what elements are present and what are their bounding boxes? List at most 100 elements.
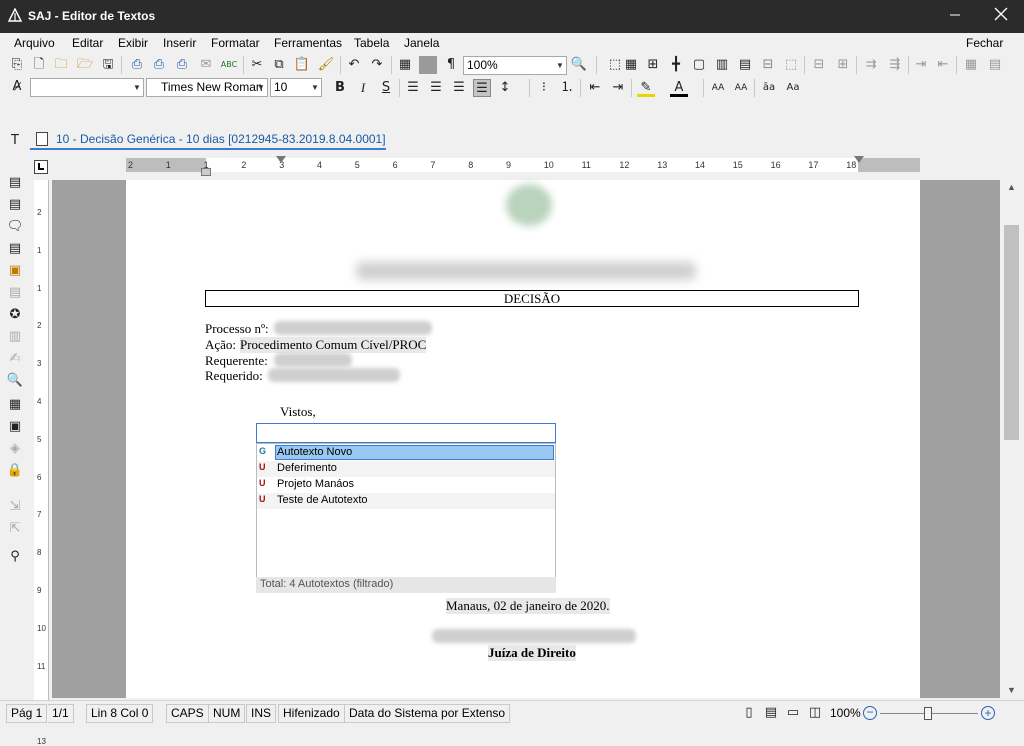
search-doc-icon[interactable]: 🔍 xyxy=(6,372,24,390)
minimize-button[interactable] xyxy=(932,0,978,33)
page-view-icon[interactable]: ▯ xyxy=(740,704,758,722)
email-icon[interactable]: ✉ xyxy=(197,56,215,74)
align-left-icon[interactable]: ☰ xyxy=(404,79,422,97)
status-hyphenation[interactable]: Hifenizado xyxy=(278,704,345,723)
form-icon[interactable]: ▣ xyxy=(6,262,24,280)
calendar-icon[interactable]: ▦ xyxy=(6,396,24,414)
two-pages-icon[interactable]: ◫ xyxy=(806,704,824,722)
menu-janela[interactable]: Janela xyxy=(404,36,439,50)
delete-row-icon[interactable]: ⇥ xyxy=(912,56,930,74)
spellcheck-icon[interactable]: ABC xyxy=(220,56,238,74)
menu-inserir[interactable]: Inserir xyxy=(163,36,196,50)
notes-icon[interactable]: ▤ xyxy=(6,240,24,258)
style-icon[interactable]: A̷ xyxy=(8,78,26,96)
scrollbar-thumb[interactable] xyxy=(1004,225,1019,440)
underline-icon[interactable]: S xyxy=(377,79,395,97)
menu-ferramentas[interactable]: Ferramentas xyxy=(274,36,342,50)
autotext-item[interactable]: U Deferimento xyxy=(257,461,555,477)
insert-row-icon[interactable]: ⇉ xyxy=(862,56,880,74)
cut-icon[interactable]: ✂ xyxy=(248,56,266,74)
fechar-menu[interactable]: Fechar xyxy=(966,36,1003,50)
table-all-borders-icon[interactable]: ⊞ xyxy=(644,56,662,74)
web-layout-icon[interactable]: ▭ xyxy=(784,704,802,722)
menu-exibir[interactable]: Exibir xyxy=(118,36,148,50)
table-autofit-icon[interactable]: ▤ xyxy=(986,56,1004,74)
undo-icon[interactable]: ↶ xyxy=(345,56,363,74)
find-icon[interactable]: 🔍 xyxy=(570,56,588,74)
import-icon[interactable]: ⇲ xyxy=(6,498,24,516)
autotext-item[interactable]: G Autotexto Novo xyxy=(257,445,555,461)
print-preview-icon[interactable]: ⎙ xyxy=(150,56,168,74)
menu-formatar[interactable]: Formatar xyxy=(211,36,260,50)
table-properties-icon[interactable]: ▦ xyxy=(962,56,980,74)
redo-icon[interactable]: ↷ xyxy=(368,56,386,74)
split-cells-icon[interactable]: ⊞ xyxy=(834,56,852,74)
close-window-button[interactable] xyxy=(978,0,1024,33)
case-options-icon[interactable]: Aa xyxy=(784,79,802,97)
italic-icon[interactable]: I xyxy=(354,79,372,97)
zoom-out-icon[interactable]: − xyxy=(863,706,877,720)
zoom-in-icon[interactable]: + xyxy=(981,706,995,720)
signature-icon[interactable]: ✍ xyxy=(6,350,24,368)
first-line-indent-marker[interactable] xyxy=(276,156,286,163)
paragraph-marks-icon[interactable]: ¶ xyxy=(442,56,460,74)
highlight-icon[interactable]: ✎ xyxy=(637,79,655,97)
left-indent-marker[interactable] xyxy=(201,168,211,176)
font-combo[interactable]: Times New Roman ▼ xyxy=(146,78,268,97)
scroll-down-icon[interactable]: ▼ xyxy=(1007,685,1016,695)
print-setup-icon[interactable]: ⎙ xyxy=(173,56,191,74)
menu-arquivo[interactable]: Arquivo xyxy=(14,36,55,50)
format-painter-icon[interactable]: 🖌 xyxy=(317,56,335,74)
style-combo[interactable]: ▼ xyxy=(30,78,144,97)
tag-icon[interactable]: ◈ xyxy=(6,440,24,458)
table-bottom-border-icon[interactable]: ⊟ xyxy=(759,56,777,74)
delete-column-icon[interactable]: ⇤ xyxy=(934,56,952,74)
vertical-scrollbar[interactable]: ▲ ▼ xyxy=(1001,180,1024,698)
text-tool-icon[interactable]: T xyxy=(6,132,24,150)
new-from-template-icon[interactable]: ⎘ xyxy=(8,56,26,74)
save-icon[interactable]: 🖫 xyxy=(99,56,117,74)
comment-icon[interactable]: 🗨 xyxy=(6,218,24,236)
paste-icon[interactable]: 📋 xyxy=(293,56,311,74)
field-icon[interactable]: ▤ xyxy=(6,284,24,302)
autotext-item[interactable]: U Projeto Manáos xyxy=(257,477,555,493)
line-spacing-icon[interactable]: ↕ xyxy=(496,79,514,97)
numbered-list-icon[interactable]: ⒈ xyxy=(558,79,576,97)
table-grid-icon[interactable]: ▦ xyxy=(622,56,640,74)
autotext-search-input[interactable] xyxy=(256,423,556,443)
print-icon[interactable]: ⎙ xyxy=(128,56,146,74)
document-list-icon[interactable]: ▤ xyxy=(6,196,24,214)
font-size-combo[interactable]: 10 ▼ xyxy=(270,78,322,97)
zoom-slider-handle[interactable] xyxy=(924,707,932,720)
table-top-border-icon[interactable]: ▤ xyxy=(736,56,754,74)
horizontal-ruler[interactable]: 2 1 1 2 3 4 5 6 7 8 9 10 11 12 13 14 15 16 17 18 xyxy=(126,156,920,176)
template-icon[interactable]: ▤ xyxy=(6,174,24,192)
grow-font-icon[interactable]: AA xyxy=(709,79,727,97)
scroll-up-icon[interactable]: ▲ xyxy=(1007,182,1016,192)
autotext-item[interactable]: U Teste de Autotexto xyxy=(257,493,555,509)
open-folder-icon[interactable]: 🗀 xyxy=(52,56,70,74)
page-icon[interactable]: ▥ xyxy=(6,328,24,346)
pin-icon[interactable]: ⚲ xyxy=(6,548,24,566)
new-document-icon[interactable]: 🗋 xyxy=(30,56,48,74)
shading-icon[interactable] xyxy=(419,56,437,74)
tab-stop-selector[interactable] xyxy=(34,160,48,174)
menu-tabela[interactable]: Tabela xyxy=(354,36,389,50)
print-layout-icon[interactable]: ▤ xyxy=(762,704,780,722)
font-color-icon[interactable]: A xyxy=(670,79,688,97)
status-date-mode[interactable]: Data do Sistema por Extenso xyxy=(344,704,511,723)
copy-icon[interactable]: ⧉ xyxy=(270,56,288,74)
decrease-indent-icon[interactable]: ⇤ xyxy=(586,79,604,97)
zoom-combo[interactable]: 100% ▼ xyxy=(463,56,567,75)
insert-table-icon[interactable]: ▦ xyxy=(396,56,414,74)
seal-icon[interactable]: ✪ xyxy=(6,306,24,324)
menu-editar[interactable]: Editar xyxy=(72,36,103,50)
table-left-border-icon[interactable]: ▥ xyxy=(713,56,731,74)
lock-icon[interactable]: 🔒 xyxy=(6,462,24,480)
export-icon[interactable]: ⇱ xyxy=(6,520,24,538)
merge-cells-icon[interactable]: ⊟ xyxy=(810,56,828,74)
tab-document[interactable]: 10 - Decisão Genérica - 10 dias [0212945… xyxy=(30,130,386,150)
increase-indent-icon[interactable]: ⇥ xyxy=(609,79,627,97)
justify-icon[interactable]: ☰ xyxy=(473,79,491,97)
right-indent-marker[interactable] xyxy=(854,156,864,163)
